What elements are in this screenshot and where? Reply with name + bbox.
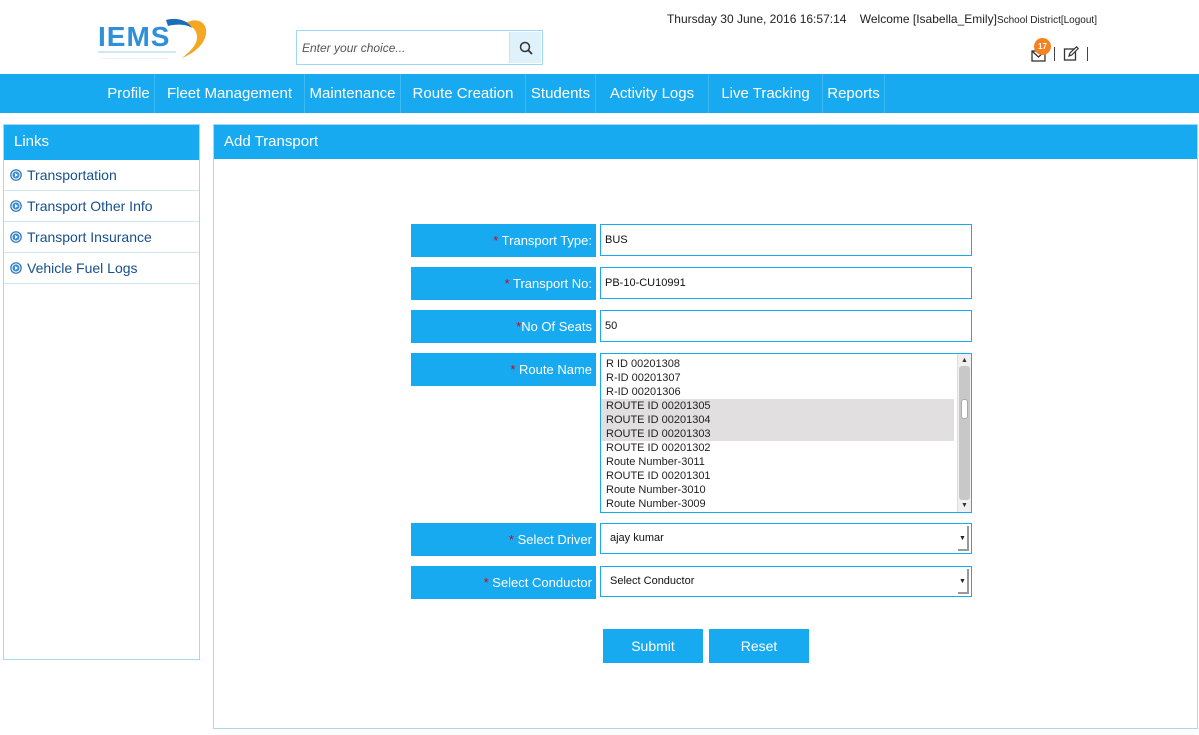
- dropdown-arrow-icon: ▼: [958, 569, 969, 594]
- nav-activity-logs[interactable]: Activity Logs: [596, 74, 709, 113]
- sidebar-item-transport-insurance[interactable]: Transport Insurance: [4, 222, 199, 253]
- divider: [1054, 47, 1055, 61]
- district-text: School District: [996, 15, 1061, 26]
- nav-reports[interactable]: Reports: [823, 74, 885, 113]
- transport-no-field[interactable]: PB-10-CU10991: [600, 267, 972, 299]
- route-option[interactable]: Route Number-3009: [601, 497, 954, 511]
- driver-select[interactable]: ajay kumar ▼: [600, 523, 972, 554]
- edit-icon[interactable]: [1063, 46, 1079, 62]
- sidebar-item-label: Transport Insurance: [27, 229, 152, 245]
- nav-students[interactable]: Students: [526, 74, 596, 113]
- user-info: Thursday 30 June, 2016 16:57:14 Welcome …: [667, 12, 1097, 26]
- sidebar-item-transportation[interactable]: Transportation: [4, 160, 199, 191]
- route-option[interactable]: R-ID 00201307: [601, 371, 954, 385]
- main-nav: Profile Fleet Management Maintenance Rou…: [0, 74, 1199, 113]
- submit-button[interactable]: Submit: [603, 629, 703, 663]
- search-input[interactable]: [299, 33, 509, 62]
- datetime: Thursday 30 June, 2016 16:57:14: [666, 12, 847, 26]
- driver-value: ajay kumar: [610, 532, 664, 544]
- route-option[interactable]: R-ID 00201306: [601, 385, 954, 399]
- play-circle-icon: [10, 262, 22, 274]
- sidebar-item-transport-other-info[interactable]: Transport Other Info: [4, 191, 199, 222]
- scroll-grip: [961, 399, 968, 419]
- route-option-selected[interactable]: ROUTE ID 00201305: [601, 399, 954, 413]
- sidebar-item-vehicle-fuel-logs[interactable]: Vehicle Fuel Logs: [4, 253, 199, 284]
- header-icons: 17: [1030, 38, 1096, 64]
- route-option[interactable]: R ID 00201308: [601, 357, 954, 371]
- sidebar-item-label: Transport Other Info: [27, 198, 153, 214]
- search-box: [296, 30, 543, 65]
- conductor-value: Select Conductor: [610, 575, 695, 587]
- route-option-selected[interactable]: ROUTE ID 00201304: [601, 413, 954, 427]
- route-option-selected[interactable]: ROUTE ID 00201303: [601, 427, 954, 441]
- nav-live-tracking[interactable]: Live Tracking: [709, 74, 823, 113]
- route-name-label: * Route Name: [411, 353, 596, 386]
- route-name-listbox[interactable]: R ID 00201308 R-ID 00201307 R-ID 0020130…: [600, 353, 972, 513]
- sidebar-item-label: Vehicle Fuel Logs: [27, 260, 138, 276]
- route-option[interactable]: ROUTE ID 00201301: [601, 469, 954, 483]
- play-circle-icon: [10, 231, 22, 243]
- search-icon: [519, 41, 533, 55]
- links-sidebar: Links Transportation Transport Other Inf…: [3, 124, 200, 660]
- conductor-label: * Select Conductor: [411, 566, 596, 599]
- reset-button[interactable]: Reset: [709, 629, 809, 663]
- panel-title: Add Transport: [214, 125, 1197, 159]
- nav-profile[interactable]: Profile: [103, 74, 155, 113]
- conductor-select[interactable]: Select Conductor ▼: [600, 566, 972, 597]
- header: IEMS ···································…: [0, 0, 1199, 74]
- route-option[interactable]: Route Number-3010: [601, 483, 954, 497]
- scroll-thumb[interactable]: [959, 366, 970, 500]
- sidebar-title: Links: [4, 125, 199, 160]
- mail-button[interactable]: 17: [1030, 38, 1051, 62]
- transport-no-label: * Transport No:: [411, 267, 596, 300]
- iems-logo[interactable]: IEMS ···································…: [96, 14, 214, 66]
- svg-text:······························: ········································…: [100, 56, 169, 62]
- search-button[interactable]: [509, 32, 541, 63]
- driver-label: * Select Driver: [411, 523, 596, 556]
- nav-route-creation[interactable]: Route Creation: [401, 74, 526, 113]
- route-option[interactable]: Route Number-3011: [601, 455, 954, 469]
- notification-badge: 17: [1034, 38, 1051, 55]
- svg-text:IEMS: IEMS: [98, 21, 170, 52]
- play-circle-icon: [10, 200, 22, 212]
- route-option[interactable]: ROUTE ID 00201302: [601, 441, 954, 455]
- transport-type-field[interactable]: BUS: [600, 224, 972, 256]
- divider: [1087, 47, 1088, 61]
- seats-label: *No Of Seats: [411, 310, 596, 343]
- listbox-scrollbar[interactable]: ▲ ▼: [957, 354, 971, 512]
- nav-maintenance[interactable]: Maintenance: [305, 74, 401, 113]
- seats-field[interactable]: 50: [600, 310, 972, 342]
- logout-link[interactable]: [Logout]: [1061, 15, 1097, 26]
- transport-type-label: * Transport Type:: [411, 224, 596, 257]
- scroll-down-arrow-icon[interactable]: ▼: [958, 499, 971, 512]
- sidebar-item-label: Transportation: [27, 167, 117, 183]
- play-circle-icon: [10, 169, 22, 181]
- nav-fleet-management[interactable]: Fleet Management: [155, 74, 305, 113]
- dropdown-arrow-icon: ▼: [958, 526, 969, 551]
- welcome-text: Welcome [Isabella_Emily]: [859, 12, 997, 26]
